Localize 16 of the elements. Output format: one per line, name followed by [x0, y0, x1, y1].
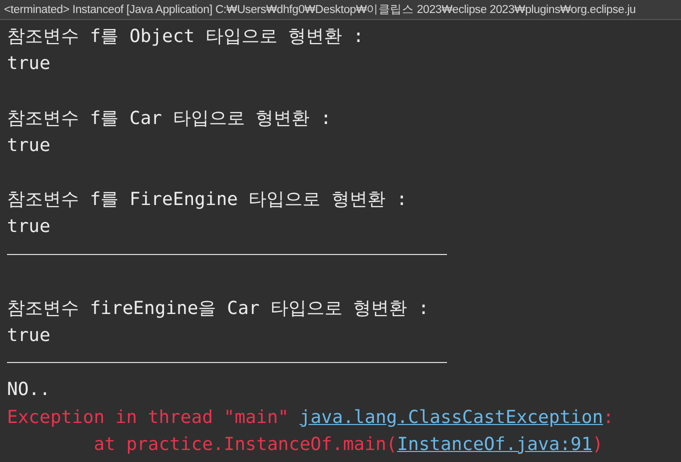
console-output-line: true	[7, 324, 52, 348]
console-output-line: 참조변수 fireEngine을 Car 타입으로 형변환 :	[7, 296, 430, 321]
error-text: )	[592, 434, 604, 455]
console-output-line: true	[7, 215, 52, 240]
console-output-line: true	[7, 52, 52, 76]
console-output-line: NO..	[7, 378, 52, 402]
console-output-line: true	[7, 134, 52, 158]
console-output-line: 참조변수 f를 FireEngine 타입으로 형변환 :	[7, 188, 408, 212]
console-output-line: 참조변수 f를 Object 타입으로 형변환 :	[7, 25, 365, 49]
console-output-line: 참조변수 f를 Car 타입으로 형변환 :	[7, 106, 332, 131]
error-text: :	[603, 406, 614, 428]
stack-trace-link[interactable]: java.lang.ClassCastException	[300, 406, 604, 428]
error-text: Exception in thread "main"	[7, 406, 290, 428]
error-text: at practice.InstanceOf.main(	[92, 434, 398, 455]
console-title: <terminated> Instanceof [Java Application] C:₩Users₩dhfg0₩Desktop₩이클립스 2023₩eclipse 2023₩plugins₩org.eclipse.ju	[0, 0, 681, 20]
stack-trace-link[interactable]: InstanceOf.java:91	[397, 434, 592, 455]
